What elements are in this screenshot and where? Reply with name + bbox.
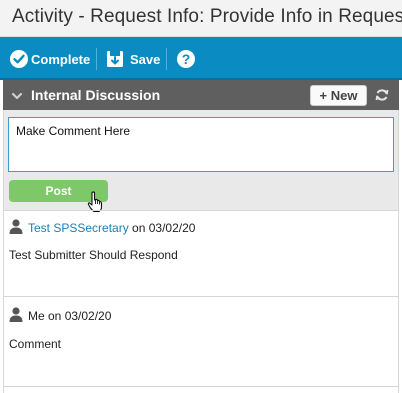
save-button[interactable]: Save [106,48,160,70]
comment-meta: Me on 03/02/20 [9,307,111,325]
user-icon [9,219,23,237]
user-icon [9,307,23,325]
save-label: Save [130,51,161,67]
comment-composer: Make Comment Here Post [3,110,399,213]
chevron-down-icon[interactable] [11,89,23,107]
window-title: Activity - Request Info: Provide Info in… [12,6,402,27]
svg-text:?: ? [182,51,191,67]
comment-meta: Test SPSSecretary on 03/02/20 [9,219,195,237]
comment-item: Me on 03/02/20 Comment [3,296,399,386]
comment-date: on 03/02/20 [44,309,112,323]
comment-date: on 03/02/20 [128,221,196,235]
comment-item: Test SPSSecretary on 03/02/20 Test Submi… [3,210,399,296]
internal-discussion-header: Internal Discussion + New [3,80,399,110]
check-circle-icon [9,49,29,69]
comment-author-link[interactable]: Test SPSSecretary [28,221,129,235]
comment-text: Test Submitter Should Respond [9,248,178,262]
complete-label: Complete [31,51,91,67]
refresh-icon[interactable] [375,88,389,107]
window-titlebar: Activity - Request Info: Provide Info in… [0,0,402,37]
help-button[interactable]: ? [176,48,196,70]
toolbar: Complete Save ? [0,37,402,80]
save-icon [106,50,124,68]
toolbar-divider [166,48,167,70]
panel-title: Internal Discussion [31,87,161,103]
comment-text: Comment [9,337,62,351]
new-comment-button[interactable]: + New [310,85,367,106]
question-circle-icon: ? [176,49,196,69]
comment-input[interactable]: Make Comment Here [8,117,394,172]
toolbar-divider [96,48,97,70]
comment-item [3,386,399,393]
complete-button[interactable]: Complete [9,48,90,70]
comment-author: Me [28,309,45,323]
